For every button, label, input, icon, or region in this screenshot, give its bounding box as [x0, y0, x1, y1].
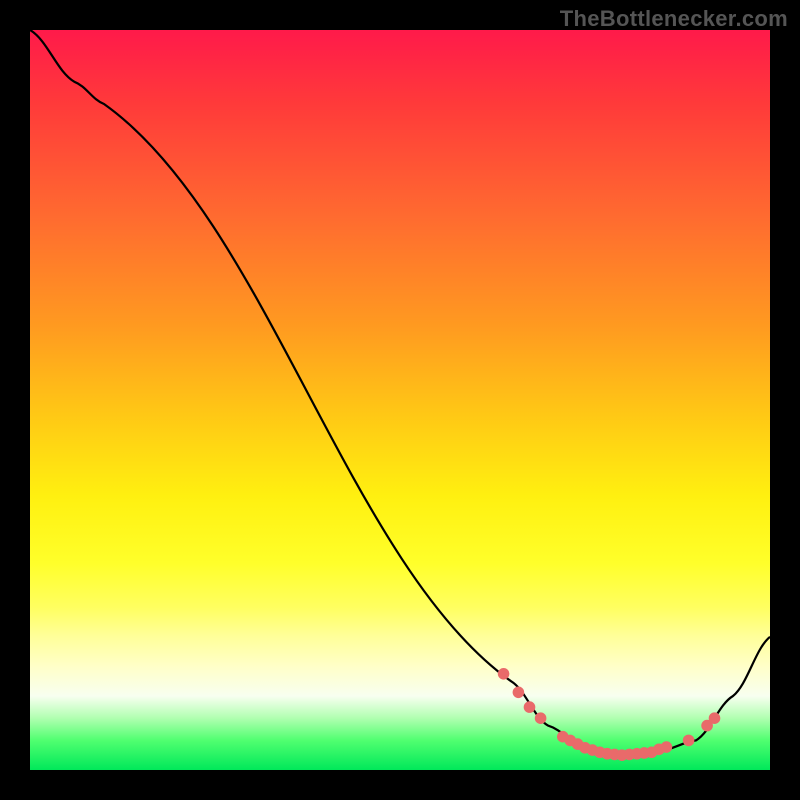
marker-dot — [535, 712, 547, 724]
optimal-zone-markers — [498, 668, 720, 761]
marker-dot — [513, 687, 525, 699]
source-watermark: TheBottlenecker.com — [560, 6, 788, 32]
marker-dot — [498, 668, 510, 680]
marker-dot — [683, 735, 695, 747]
bottleneck-curve — [30, 30, 770, 755]
marker-dot — [709, 712, 721, 724]
chart-overlay — [30, 30, 770, 770]
marker-dot — [524, 701, 536, 713]
marker-dot — [661, 741, 673, 753]
plot-area — [30, 30, 770, 770]
chart-frame: TheBottlenecker.com — [0, 0, 800, 800]
